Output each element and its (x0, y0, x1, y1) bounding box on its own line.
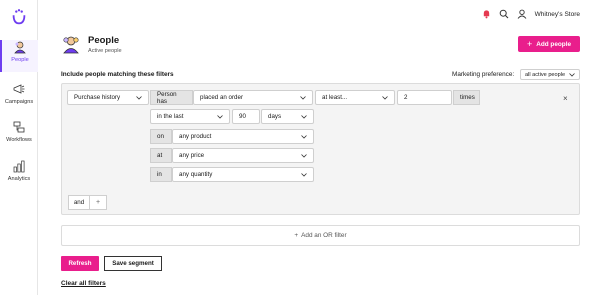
chevron-down-icon (301, 114, 307, 119)
marketing-preference-select[interactable]: all active people (520, 69, 580, 80)
chevron-down-icon (301, 134, 307, 139)
chevron-down-icon (301, 172, 307, 177)
chevron-down-icon (300, 95, 306, 100)
comparator-select[interactable]: at least... (315, 90, 395, 105)
add-people-button[interactable]: + Add people (518, 36, 580, 52)
include-filters-label: Include people matching these filters (61, 71, 174, 78)
sidebar-item-campaigns[interactable]: Campaigns (0, 82, 38, 114)
at-tag: at (150, 148, 172, 163)
marketing-preference-label: Marketing preference: (452, 71, 515, 78)
megaphone-icon (13, 84, 25, 94)
analytics-icon (13, 160, 25, 173)
count-input[interactable]: 2 (397, 90, 452, 105)
notification-bell-icon[interactable] (482, 9, 491, 19)
remove-filter-icon[interactable]: × (563, 94, 568, 103)
comparator-value: at least... (322, 94, 348, 101)
add-or-filter-label: Add an OR filter (301, 232, 347, 239)
plus-icon: + (526, 38, 533, 49)
sidebar-item-label: Workflows (6, 137, 32, 143)
period-amount-input[interactable]: 90 (232, 109, 260, 124)
chevron-down-icon (217, 114, 223, 119)
save-segment-button[interactable]: Save segment (104, 256, 162, 271)
times-tag: times (453, 90, 480, 105)
page-subtitle: Active people (88, 48, 122, 54)
period-select[interactable]: in the last (150, 109, 230, 124)
period-unit-value: days (268, 113, 282, 120)
sidebar-item-analytics[interactable]: Analytics (0, 159, 38, 191)
filter-category-value: Purchase history (74, 94, 121, 101)
product-value: any product (179, 133, 212, 140)
page-title: People (88, 35, 120, 46)
sidebar: People Campaigns Workflows Analytics (0, 0, 38, 295)
marketing-preference-value: all active people (525, 71, 566, 78)
user-icon[interactable] (517, 9, 527, 19)
sidebar-item-label: Campaigns (4, 99, 34, 105)
add-or-filter-button[interactable]: + Add an OR filter (61, 225, 580, 246)
sidebar-item-people[interactable]: People (0, 40, 38, 72)
add-and-filter-button[interactable]: + (90, 195, 107, 210)
people-icon (14, 41, 26, 54)
sidebar-item-label: People (11, 57, 29, 63)
in-tag: in (150, 167, 172, 182)
people-illustration-icon (63, 36, 79, 54)
add-people-label: Add people (536, 40, 572, 48)
chevron-down-icon (569, 72, 575, 77)
price-select[interactable]: any price (172, 148, 314, 163)
period-unit-select[interactable]: days (261, 109, 314, 124)
store-name[interactable]: Whitney's Store (535, 11, 580, 18)
on-tag: on (150, 129, 172, 144)
plus-icon: + (294, 232, 299, 239)
price-value: any price (179, 152, 205, 159)
and-button[interactable]: and (68, 195, 90, 210)
clear-all-filters-link[interactable]: Clear all filters (61, 280, 106, 287)
chevron-down-icon (382, 95, 388, 100)
period-value: in the last (157, 113, 184, 120)
quantity-value: any quantity (179, 171, 213, 178)
search-icon[interactable] (499, 9, 509, 19)
person-has-tag: Person has (150, 90, 193, 105)
refresh-button[interactable]: Refresh (61, 256, 99, 271)
filter-group: Purchase history Person has placed an or… (61, 83, 580, 215)
filter-category-select[interactable]: Purchase history (67, 90, 149, 105)
sidebar-item-label: Analytics (7, 176, 31, 182)
period-amount-value: 90 (239, 113, 246, 120)
quantity-select[interactable]: any quantity (172, 167, 314, 182)
chevron-down-icon (136, 95, 142, 100)
sidebar-item-workflows[interactable]: Workflows (0, 120, 38, 152)
product-select[interactable]: any product (172, 129, 314, 144)
topbar: Whitney's Store (482, 8, 580, 20)
workflow-icon (13, 121, 25, 133)
app-logo-icon[interactable] (10, 8, 28, 26)
action-value: placed an order (200, 94, 243, 101)
count-value: 2 (404, 94, 408, 101)
action-select[interactable]: placed an order (193, 90, 313, 105)
chevron-down-icon (301, 153, 307, 158)
